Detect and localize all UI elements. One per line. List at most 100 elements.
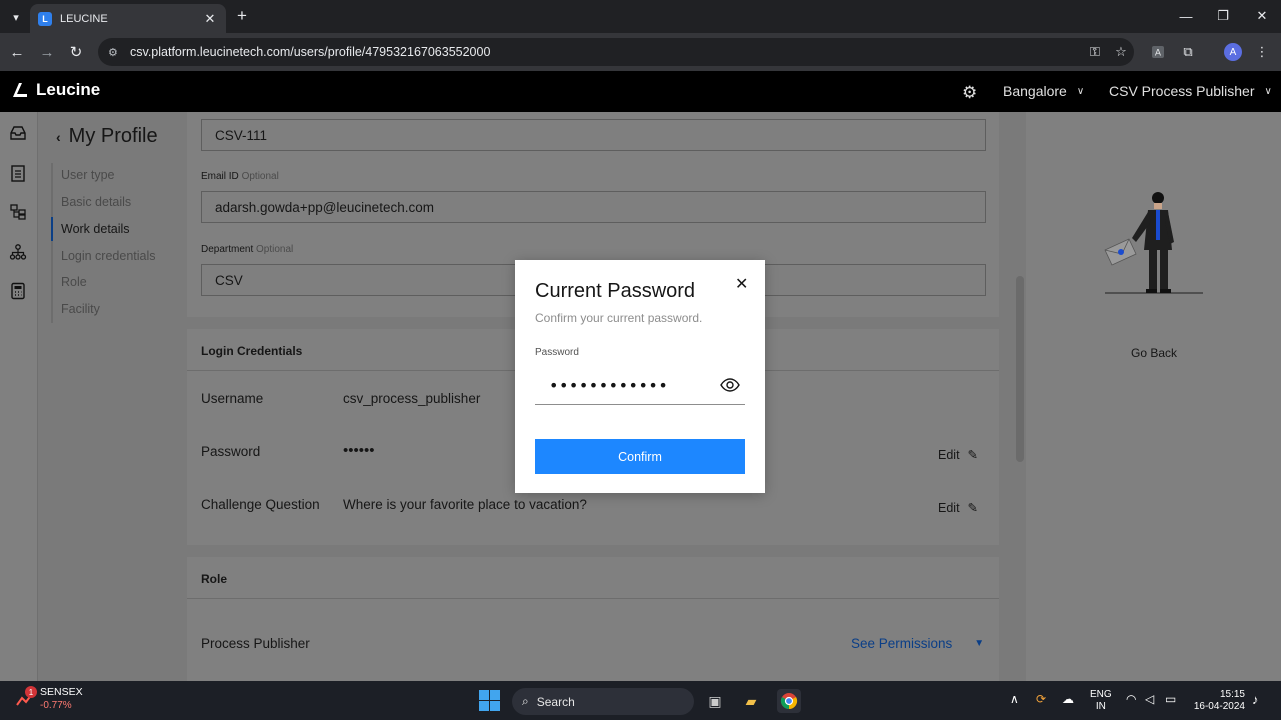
file-explorer-icon[interactable]: ▰ [739, 689, 763, 713]
user-role-select[interactable]: CSV Process Publisher ∨ [1109, 83, 1272, 99]
role-title: Role [201, 572, 228, 586]
modal-title: Current Password [535, 280, 696, 302]
checklist-icon[interactable] [8, 163, 28, 183]
reload-icon[interactable]: ↻ [65, 41, 87, 63]
inbox-icon[interactable] [8, 123, 28, 143]
url-text[interactable]: csv.platform.leucinetech.com/users/profi… [130, 45, 1082, 59]
cloud-icon[interactable]: ☁ [1062, 692, 1074, 706]
calculator-icon[interactable] [8, 281, 28, 301]
pencil-icon: ✎ [967, 501, 979, 515]
nav-item-role[interactable]: Role [61, 275, 87, 289]
address-bar[interactable]: ⚙ csv.platform.leucinetech.com/users/pro… [98, 38, 1134, 66]
org-hierarchy-icon[interactable] [8, 242, 28, 262]
extensions-icon[interactable]: ⧉ [1178, 42, 1198, 62]
challenge-question-value: Where is your favorite place to vacation… [343, 497, 587, 512]
taskbar-search-label: Search [536, 694, 575, 709]
password-field-label: Password [535, 347, 579, 358]
leucine-logo-icon [13, 83, 27, 97]
translate-icon[interactable]: A [1148, 42, 1168, 62]
close-window-icon[interactable]: ✕ [1247, 6, 1277, 26]
edit-password-button[interactable]: Edit ✎ [938, 447, 978, 463]
chrome-icon[interactable] [777, 689, 801, 713]
sensex-text: SENSEX -0.77% [40, 686, 83, 712]
scrollbar-thumb[interactable] [1016, 276, 1024, 462]
maximize-icon[interactable]: ❐ [1208, 6, 1238, 26]
process-tree-icon[interactable] [8, 202, 28, 222]
password-key-icon[interactable]: ⚿ [1082, 44, 1108, 60]
go-back-link[interactable]: Go Back [1131, 346, 1177, 360]
taskbar-search[interactable]: ⌕ Search [512, 688, 694, 715]
current-password-input[interactable]: •••••••••••• [535, 366, 745, 405]
employee-id-field[interactable]: CSV-111 [201, 119, 986, 151]
facility-select[interactable]: Bangalore ∨ [1003, 83, 1084, 99]
chevron-up-icon[interactable]: ∧ [1010, 692, 1019, 706]
minimize-icon[interactable]: — [1171, 6, 1201, 26]
department-optional-tag: Optional [256, 244, 294, 255]
brand-logo[interactable]: Leucine [10, 80, 100, 100]
site-info-icon[interactable]: ⚙ [108, 46, 124, 59]
department-label: Department Optional [201, 244, 293, 255]
sensex-name: SENSEX [40, 686, 83, 698]
task-view-icon[interactable]: ▣ [703, 689, 727, 713]
nav-item-user-type[interactable]: User type [61, 168, 115, 182]
volume-icon[interactable]: ◁ [1145, 692, 1154, 706]
forward-arrow-icon[interactable]: → [36, 41, 58, 63]
svg-text:A: A [1155, 49, 1162, 59]
email-label: Email ID Optional [201, 171, 279, 182]
role-card: Role Process Publisher See Permissions ▼ [187, 557, 999, 681]
challenge-question-label: Challenge Question [201, 497, 320, 512]
back-to-previous[interactable]: ‹ My Profile [56, 125, 158, 148]
current-password-modal: Current Password ✕ Confirm your current … [515, 260, 765, 493]
page-title: My Profile [68, 125, 158, 147]
close-tab-icon[interactable]: ✕ [202, 11, 218, 27]
battery-icon[interactable]: ▭ [1165, 692, 1176, 706]
username-value: csv_process_publisher [343, 391, 481, 406]
clock-time: 15:15 [1219, 689, 1245, 700]
close-icon[interactable]: ✕ [735, 274, 748, 294]
wifi-icon[interactable]: ◠ [1126, 692, 1136, 706]
user-role-value: CSV Process Publisher [1109, 83, 1255, 99]
profile-avatar[interactable]: A [1224, 43, 1242, 61]
eye-icon[interactable] [715, 378, 745, 392]
see-permissions-toggle[interactable]: See Permissions ▼ [851, 636, 984, 651]
see-permissions-label: See Permissions [851, 636, 953, 651]
sensex-change: -0.77% [40, 700, 72, 711]
input-language[interactable]: ENG IN [1090, 689, 1112, 713]
caret-down-icon: ▼ [974, 638, 985, 649]
search-icon: ⌕ [522, 694, 529, 708]
back-arrow-icon[interactable]: ← [6, 41, 28, 63]
password-input-value[interactable]: •••••••••••• [535, 376, 715, 395]
password-masked-value: •••••• [343, 442, 375, 459]
chevron-left-icon[interactable]: ‹ [56, 129, 61, 145]
browser-tab[interactable]: L LEUCINE ✕ [30, 4, 226, 33]
email-field[interactable]: adarsh.gowda+pp@leucinetech.com [201, 191, 986, 223]
nav-item-login-credentials[interactable]: Login credentials [61, 249, 156, 263]
tab-title: LEUCINE [60, 12, 108, 25]
edit-challenge-label: Edit [938, 500, 960, 515]
email-optional-tag: Optional [241, 171, 279, 182]
edit-challenge-button[interactable]: Edit ✎ [938, 500, 979, 516]
more-menu-icon[interactable]: ⋮ [1252, 42, 1272, 62]
tab-search-icon[interactable]: ▾ [6, 7, 26, 27]
notification-bell-icon[interactable]: ♪ [1252, 692, 1259, 707]
settings-gear-icon[interactable]: ⚙ [962, 83, 977, 103]
chevron-down-icon: ∨ [1264, 85, 1272, 97]
sensex-widget[interactable]: 1 SENSEX -0.77% [16, 686, 83, 712]
login-credentials-title: Login Credentials [201, 344, 303, 358]
system-clock[interactable]: 15:15 16-04-2024 [1191, 689, 1245, 713]
nav-item-basic-details[interactable]: Basic details [61, 195, 131, 209]
lang-top: ENG [1090, 689, 1112, 700]
nav-item-facility[interactable]: Facility [61, 302, 100, 316]
app-header [0, 71, 1281, 112]
bookmark-star-icon[interactable]: ☆ [1108, 44, 1134, 60]
windows-start-icon[interactable] [479, 690, 500, 711]
confirm-button[interactable]: Confirm [535, 439, 745, 474]
nav-item-work-details[interactable]: Work details [61, 222, 130, 236]
nav-track [51, 163, 53, 323]
nav-active-indicator [51, 217, 53, 241]
role-value: Process Publisher [201, 636, 310, 651]
email-label-text: Email ID [201, 171, 239, 182]
new-tab-icon[interactable]: + [232, 6, 252, 26]
password-label: Password [201, 444, 261, 459]
sync-icon[interactable]: ⟳ [1036, 692, 1046, 706]
